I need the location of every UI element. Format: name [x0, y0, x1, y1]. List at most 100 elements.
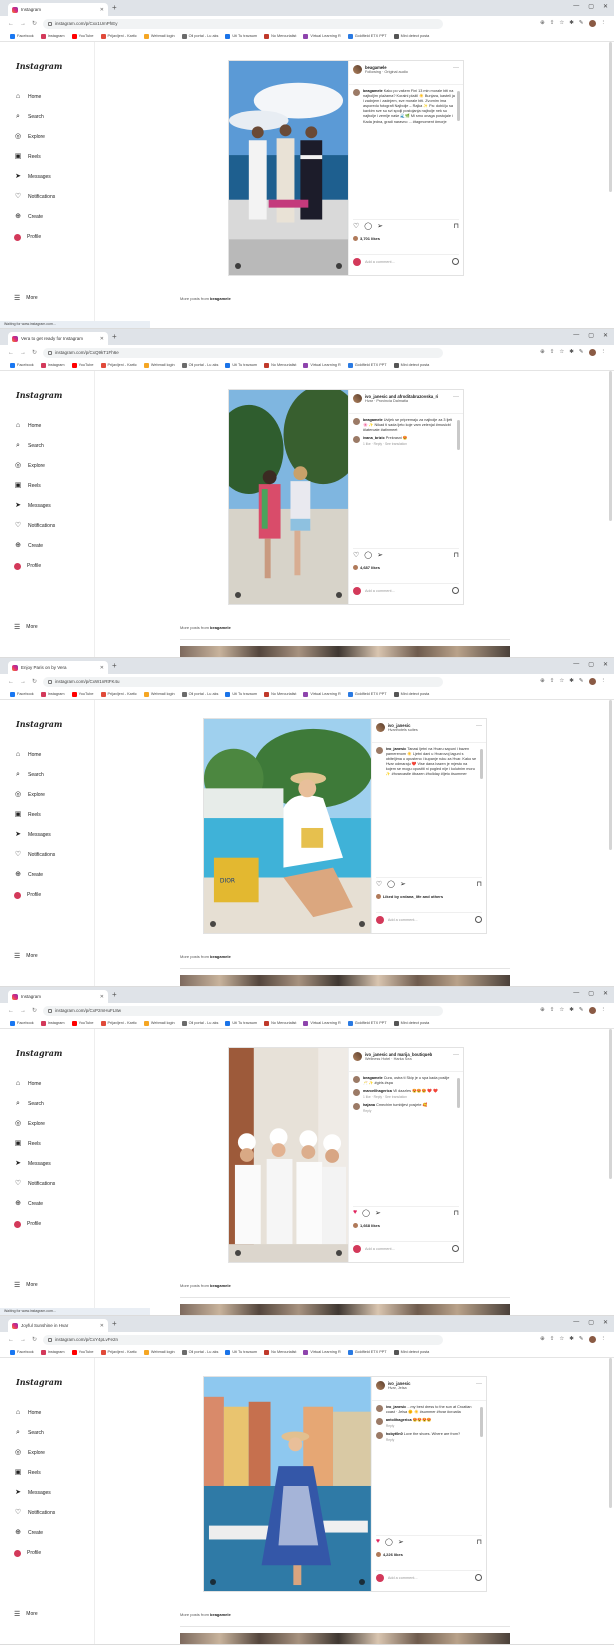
page-scrollbar[interactable] [609, 1358, 612, 1508]
bookmark-item[interactable]: Oil portal - Lu aks [181, 33, 218, 39]
bookmark-item[interactable]: Uti Tu travaum [225, 1349, 257, 1355]
caption-author-avatar[interactable] [352, 418, 360, 425]
share-icon[interactable]: ➢ [377, 551, 383, 559]
bookmark-item[interactable]: Virtual Learning R [303, 1020, 341, 1026]
commenter-avatar[interactable] [352, 1103, 360, 1111]
browser-tab[interactable]: Instagram ✕ [8, 990, 108, 1003]
minimize-window-button[interactable]: — [573, 3, 579, 10]
sidebar-item-reels[interactable]: ▣ Reels [14, 1134, 55, 1154]
page-scrollbar[interactable] [609, 371, 612, 521]
more-posts-user[interactable]: beagamele [210, 954, 231, 959]
minimize-window-button[interactable]: — [573, 1319, 579, 1326]
edit-icon[interactable]: ✎ [579, 678, 584, 685]
add-comment-input[interactable]: Add a comment... [365, 260, 395, 264]
likes-count[interactable]: 4,226 likes [375, 1552, 482, 1557]
forward-button[interactable]: → [20, 1337, 26, 1343]
bookmark-item[interactable]: Prijavljeni - Kartic [100, 362, 137, 368]
commenter-avatar[interactable] [352, 1089, 360, 1097]
zoom-icon[interactable]: ⊕ [540, 349, 545, 356]
comment-meta[interactable]: 1 like · Reply · See translation [363, 442, 408, 447]
sidebar-item-reels[interactable]: ▣ Reels [14, 1463, 55, 1483]
sidebar-item-home[interactable]: ⌂ Home [14, 745, 55, 765]
caption-author-name[interactable]: beagamele [363, 418, 383, 422]
bookmark-item[interactable]: Mini detect posta [393, 1020, 429, 1026]
bookmark-item[interactable]: Virtual Learning R [303, 362, 341, 368]
extensions-icon[interactable]: ✱ [569, 20, 574, 27]
share-icon[interactable]: ⇪ [550, 1007, 555, 1014]
close-window-button[interactable]: ✕ [603, 990, 608, 997]
comment-icon[interactable]: ◯ [385, 1538, 393, 1546]
sidebar-item-messages[interactable]: ➤ Messages [14, 825, 55, 845]
comment-icon[interactable]: ◯ [387, 880, 395, 888]
sidebar-item-search[interactable]: ⌕ Search [14, 1094, 55, 1114]
bookmark-item[interactable]: Facebook [10, 1349, 34, 1355]
maximize-window-button[interactable]: ▢ [588, 332, 594, 339]
bookmark-item[interactable]: No Mercurialist [264, 33, 296, 39]
like-heart-icon[interactable]: ♥ [353, 1209, 357, 1216]
add-comment-input[interactable]: Add a comment... [365, 589, 395, 593]
zoom-icon[interactable]: ⊕ [540, 1336, 545, 1343]
like-heart-icon[interactable]: ♥ [376, 1538, 380, 1545]
sidebar-item-profile[interactable]: Profile [14, 1214, 55, 1234]
bookmark-item[interactable]: Virtual Learning R [303, 691, 341, 697]
sidebar-item-search[interactable]: ⌕ Search [14, 107, 55, 127]
close-tab-icon[interactable]: ✕ [100, 7, 104, 13]
post-image[interactable] [229, 390, 348, 604]
back-button[interactable]: ← [8, 1008, 14, 1014]
bookmark-item[interactable]: Facebook [10, 691, 34, 697]
sidebar-item-explore[interactable]: ◎ Explore [14, 785, 55, 805]
browser-menu-icon[interactable]: ⋮ [601, 1336, 607, 1343]
bookmark-item[interactable]: Goldfield ETX PPT [347, 1020, 387, 1026]
star-icon[interactable]: ☆ [559, 678, 564, 685]
bookmark-item[interactable]: Instagram [40, 362, 65, 368]
reload-button[interactable]: ↻ [32, 678, 37, 685]
commenter-name[interactable]: antolihagerica [386, 1418, 412, 1422]
tagged-users-icon[interactable] [235, 263, 241, 269]
commenter-name[interactable]: hajana [363, 1103, 375, 1107]
bookmark-save-icon[interactable]: ⊓ [454, 551, 459, 559]
sidebar-item-more[interactable]: ☰ More [14, 1610, 38, 1618]
bookmark-item[interactable]: Mini detect posta [393, 1349, 429, 1355]
star-icon[interactable]: ☆ [559, 1336, 564, 1343]
bookmark-item[interactable]: Uti Tu travaum [225, 33, 257, 39]
audio-toggle-icon[interactable] [335, 592, 342, 598]
page-scrollbar[interactable] [609, 700, 612, 850]
sidebar-item-reels[interactable]: ▣ Reels [14, 476, 55, 496]
share-icon[interactable]: ⇪ [550, 1336, 555, 1343]
bookmark-item[interactable]: No Mercurialist [264, 1349, 296, 1355]
likes-count[interactable]: 3,701 likes [352, 236, 459, 241]
sidebar-item-reels[interactable]: ▣ Reels [14, 805, 55, 825]
comment-meta[interactable]: Reply [386, 1438, 460, 1443]
caption-author-avatar[interactable] [375, 1405, 383, 1412]
sidebar-item-home[interactable]: ⌂ Home [14, 1403, 55, 1423]
sidebar-item-notifications[interactable]: ♡ Notifications [14, 1503, 55, 1523]
maximize-window-button[interactable]: ▢ [588, 3, 594, 10]
post-location[interactable]: Wellness Hotel · Harka Sea [365, 1057, 432, 1062]
sidebar-item-messages[interactable]: ➤ Messages [14, 496, 55, 516]
comment-meta[interactable]: 1 like · Reply · See translation [363, 1095, 438, 1100]
edit-icon[interactable]: ✎ [579, 1007, 584, 1014]
sidebar-item-reels[interactable]: ▣ Reels [14, 147, 55, 167]
bookmark-item[interactable]: Instagram [40, 691, 65, 697]
bookmark-item[interactable]: Oil portal - Lu aks [181, 362, 218, 368]
sidebar-item-search[interactable]: ⌕ Search [14, 765, 55, 785]
sidebar-item-profile[interactable]: Profile [14, 556, 55, 576]
sidebar-item-more[interactable]: ☰ More [14, 1281, 38, 1289]
extensions-icon[interactable]: ✱ [569, 678, 574, 685]
caption-author-name[interactable]: beagamele [363, 89, 383, 93]
bookmark-item[interactable]: Mini detect posta [393, 691, 429, 697]
sidebar-item-notifications[interactable]: ♡ Notifications [14, 845, 55, 865]
new-tab-button[interactable]: + [112, 661, 117, 671]
sidebar-item-search[interactable]: ⌕ Search [14, 1423, 55, 1443]
bookmark-item[interactable]: YouTube [71, 362, 94, 368]
forward-button[interactable]: → [20, 679, 26, 685]
minimize-window-button[interactable]: — [573, 990, 579, 997]
emoji-icon[interactable] [452, 1245, 459, 1252]
sidebar-item-home[interactable]: ⌂ Home [14, 1074, 55, 1094]
caption-author-name[interactable]: beagamele [363, 1076, 383, 1080]
bookmark-item[interactable]: Webmail login [143, 362, 175, 368]
post-location[interactable]: Following · Original audio [365, 70, 408, 75]
sidebar-item-more[interactable]: ☰ More [14, 623, 38, 631]
bookmark-item[interactable]: Webmail login [143, 1349, 175, 1355]
address-bar-input[interactable]: instagram.com/p/CxY4pLvFe2n [43, 1334, 444, 1345]
